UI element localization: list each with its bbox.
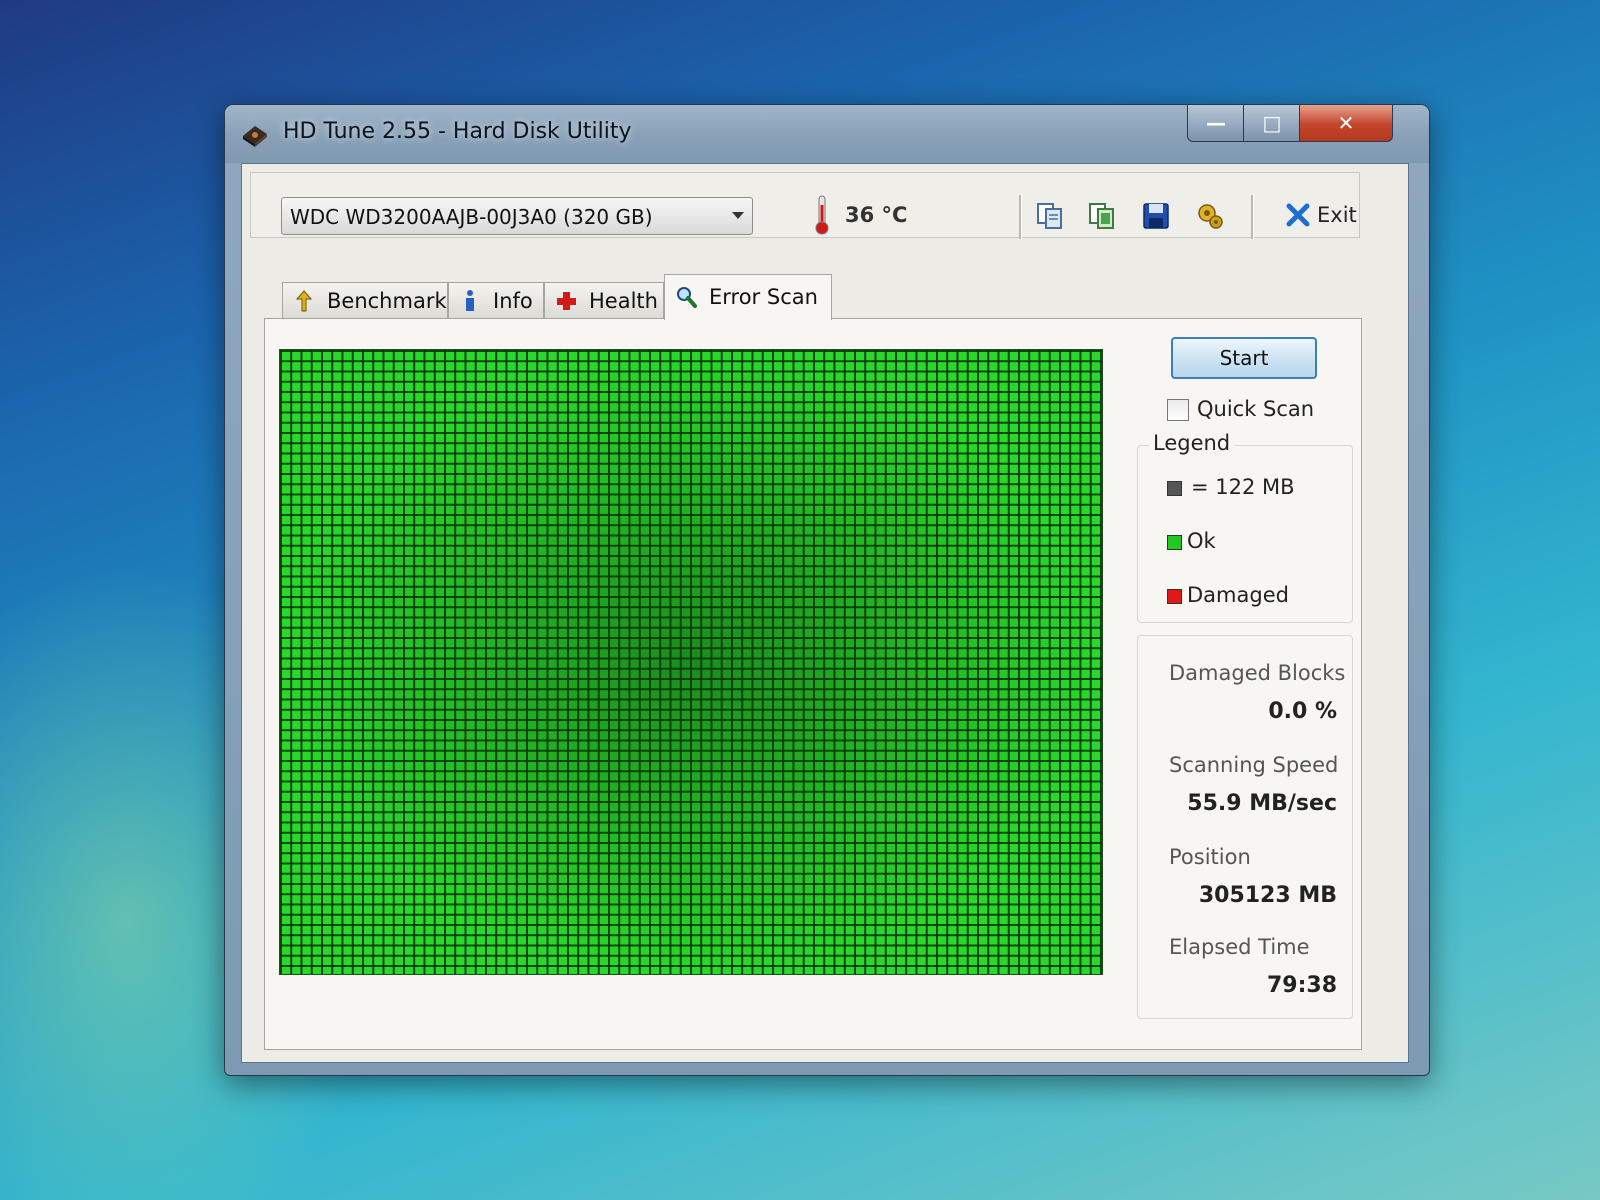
legend-ok-text: Ok [1187, 529, 1216, 553]
legend-ok-swatch [1167, 535, 1182, 550]
damaged-blocks-label: Damaged Blocks [1169, 661, 1346, 685]
tab-error-scan[interactable]: Error Scan [664, 274, 832, 320]
save-icon[interactable] [1141, 201, 1171, 231]
health-icon [557, 292, 576, 310]
close-button[interactable]: ✕ [1299, 105, 1393, 142]
quick-scan-label[interactable]: Quick Scan [1197, 397, 1314, 421]
info-icon [466, 290, 474, 311]
thermometer-icon [815, 195, 829, 235]
scanning-speed-label: Scanning Speed [1169, 753, 1339, 777]
toolbar: WDC WD3200AAJB-00J3A0 (320 GB) 36 °C Exi… [250, 172, 1360, 239]
maximize-button[interactable]: □ [1243, 105, 1301, 142]
position-value: 305123 MB [1198, 883, 1337, 908]
options-icon[interactable] [1195, 201, 1225, 231]
error-scan-panel: Start Quick Scan Legend = 122 MB Ok Dama… [264, 318, 1362, 1050]
close-icon: ✕ [1337, 111, 1355, 135]
minimize-button[interactable]: — [1187, 105, 1245, 142]
tab-error-scan-label: Error Scan [709, 285, 818, 309]
window-title: HD Tune 2.55 - Hard Disk Utility [283, 119, 632, 144]
quick-scan-checkbox[interactable] [1167, 399, 1189, 421]
tab-info-label: Info [493, 289, 533, 313]
chevron-down-icon[interactable] [732, 212, 744, 219]
toolbar-separator [1251, 195, 1254, 239]
elapsed-time-value: 79:38 [1266, 973, 1337, 998]
tab-health[interactable]: Health [544, 282, 664, 318]
hard-disk-app-icon [243, 126, 267, 147]
legend-block-size-text: = 122 MB [1191, 475, 1295, 499]
tab-health-label: Health [589, 289, 658, 313]
client-area: WDC WD3200AAJB-00J3A0 (320 GB) 36 °C Exi… [241, 163, 1409, 1063]
legend-damaged-swatch [1167, 589, 1182, 604]
scan-statistics-group [1137, 635, 1353, 1019]
tab-benchmark-label: Benchmark [327, 289, 447, 313]
copy-icon[interactable] [1035, 201, 1065, 231]
maximize-icon: □ [1262, 111, 1282, 135]
legend-damaged-text: Damaged [1187, 583, 1289, 607]
start-button[interactable]: Start [1171, 337, 1317, 379]
exit-button[interactable]: Exit [1317, 203, 1357, 227]
legend-title: Legend [1149, 431, 1235, 455]
elapsed-time-label: Elapsed Time [1169, 935, 1310, 959]
magnifier-icon [677, 287, 697, 308]
drive-dropdown[interactable]: WDC WD3200AAJB-00J3A0 (320 GB) [281, 197, 753, 235]
toolbar-separator [1019, 195, 1022, 239]
position-label: Position [1169, 845, 1251, 869]
legend-block-size-swatch [1167, 481, 1182, 496]
damaged-blocks-value: 0.0 % [1268, 699, 1337, 724]
copy-all-icon[interactable] [1087, 201, 1117, 231]
temperature-readout: 36 °C [845, 203, 908, 227]
minimize-icon: — [1206, 111, 1226, 135]
tab-info[interactable]: Info [448, 282, 544, 318]
tab-benchmark[interactable]: Benchmark [282, 282, 448, 318]
block-map-grid [279, 349, 1103, 975]
scanning-speed-value: 55.9 MB/sec [1187, 791, 1337, 816]
exit-icon[interactable] [1285, 201, 1311, 229]
drive-selected-value: WDC WD3200AAJB-00J3A0 (320 GB) [290, 205, 653, 229]
app-window: HD Tune 2.55 - Hard Disk Utility — □ ✕ W… [224, 104, 1430, 1076]
title-bar[interactable]: HD Tune 2.55 - Hard Disk Utility — □ ✕ [225, 105, 1429, 163]
benchmark-icon [295, 290, 313, 312]
